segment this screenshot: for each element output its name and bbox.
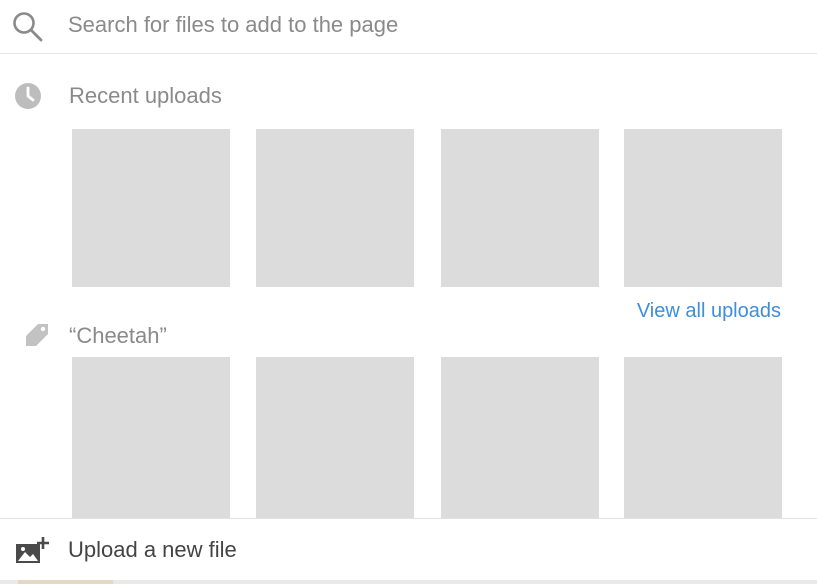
bottom-edge bbox=[0, 580, 817, 584]
add-image-icon bbox=[16, 537, 49, 563]
recent-thumbnail-1[interactable] bbox=[72, 129, 230, 287]
tag-thumbnail-3[interactable] bbox=[441, 357, 599, 518]
upload-new-file-label: Upload a new file bbox=[68, 537, 237, 562]
clock-icon bbox=[15, 83, 41, 109]
tag-icon bbox=[26, 324, 48, 346]
bottom-edge-accent bbox=[18, 580, 113, 584]
recent-thumbnail-3[interactable] bbox=[441, 129, 599, 287]
search-bar bbox=[0, 0, 817, 54]
view-all-uploads-link[interactable]: View all uploads bbox=[637, 300, 781, 323]
recent-thumbnail-4[interactable] bbox=[624, 129, 782, 287]
recent-thumbnail-2[interactable] bbox=[256, 129, 414, 287]
tag-thumbnail-4[interactable] bbox=[624, 357, 782, 518]
recent-uploads-title: Recent uploads bbox=[69, 83, 222, 108]
upload-new-file-button[interactable]: Upload a new file bbox=[0, 518, 817, 580]
search-icon[interactable] bbox=[10, 10, 46, 42]
search-input[interactable] bbox=[68, 7, 788, 43]
tag-title: “Cheetah” bbox=[69, 323, 167, 348]
tag-thumbnail-2[interactable] bbox=[256, 357, 414, 518]
tag-thumbnail-1[interactable] bbox=[72, 357, 230, 518]
